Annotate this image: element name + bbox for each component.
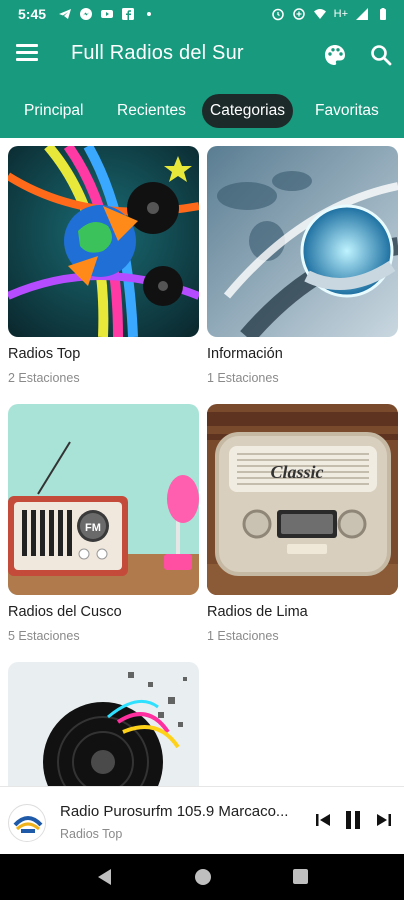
telegram-icon [59,9,71,19]
alarm-icon [271,8,284,21]
category-count: 5 Estaciones [8,629,80,643]
category-name: Radios de Lima [207,604,308,620]
messenger-icon [80,8,92,20]
status-time: 5:45 [18,6,47,22]
palette-icon[interactable] [322,42,348,68]
category-card-radios-top[interactable]: Radios Top 2 Estaciones [8,146,199,385]
app-bar: Full Radios del Sur [0,30,404,80]
app-title: Full Radios del Sur [71,42,244,64]
category-card-radios-del-cusco[interactable]: FM Radios del Cusco 5 Estaciones [8,404,199,643]
category-card-5[interactable] [8,662,199,786]
notification-icons [58,7,156,21]
pause-icon[interactable] [341,808,365,832]
nav-back-icon[interactable] [95,867,113,887]
player-title: Radio Purosurfm 105.9 Marcaco... [60,803,289,820]
battery-icon [380,8,386,20]
radio-brand-text: Classic [270,462,323,482]
top-header: 5:45 H+ Full Radios del Sur Principal Re… [0,0,404,138]
mini-player[interactable]: Radio Purosurfm 105.9 Marcaco... Radios … [0,786,404,854]
tab-favoritas[interactable]: Favoritas [307,94,387,128]
tab-bar: Principal Recientes Categorias Favoritas [0,92,404,130]
category-image-radios-de-lima: Classic [207,404,398,595]
category-name: Información [207,346,283,362]
category-card-radios-de-lima[interactable]: Classic Radios de Lima 1 Estaciones [207,404,398,643]
system-icons: H+ [271,7,390,21]
menu-icon[interactable] [16,44,38,66]
data-saver-icon [292,8,305,20]
player-subtitle: Radios Top [60,827,123,841]
system-nav-bar [0,854,404,900]
nav-recents-icon[interactable] [293,869,308,884]
category-count: 1 Estaciones [207,629,279,643]
wifi-icon [313,9,326,19]
category-count: 2 Estaciones [8,371,80,385]
youtube-icon [101,10,113,18]
category-name: Radios Top [8,346,81,362]
signal-icon [356,8,368,20]
tab-recientes[interactable]: Recientes [109,94,194,128]
category-image-informacion [207,146,398,337]
fm-badge-text: FM [85,522,101,534]
search-icon[interactable] [368,42,394,68]
skip-previous-icon[interactable] [312,809,334,831]
category-count: 1 Estaciones [207,371,279,385]
nav-home-icon[interactable] [195,869,211,885]
category-name: Radios del Cusco [8,604,122,620]
facebook-icon [122,8,134,20]
dot-icon [147,12,151,16]
category-image-5 [8,662,199,786]
category-image-radios-del-cusco: FM [8,404,199,595]
network-type-label: H+ [333,8,348,20]
category-image-radios-top [8,146,199,337]
status-bar: 5:45 H+ [0,0,404,30]
tab-principal[interactable]: Principal [16,94,91,128]
skip-next-icon[interactable] [373,809,395,831]
station-logo [8,804,46,842]
tab-categorias[interactable]: Categorias [202,94,293,128]
category-card-informacion[interactable]: Información 1 Estaciones [207,146,398,385]
